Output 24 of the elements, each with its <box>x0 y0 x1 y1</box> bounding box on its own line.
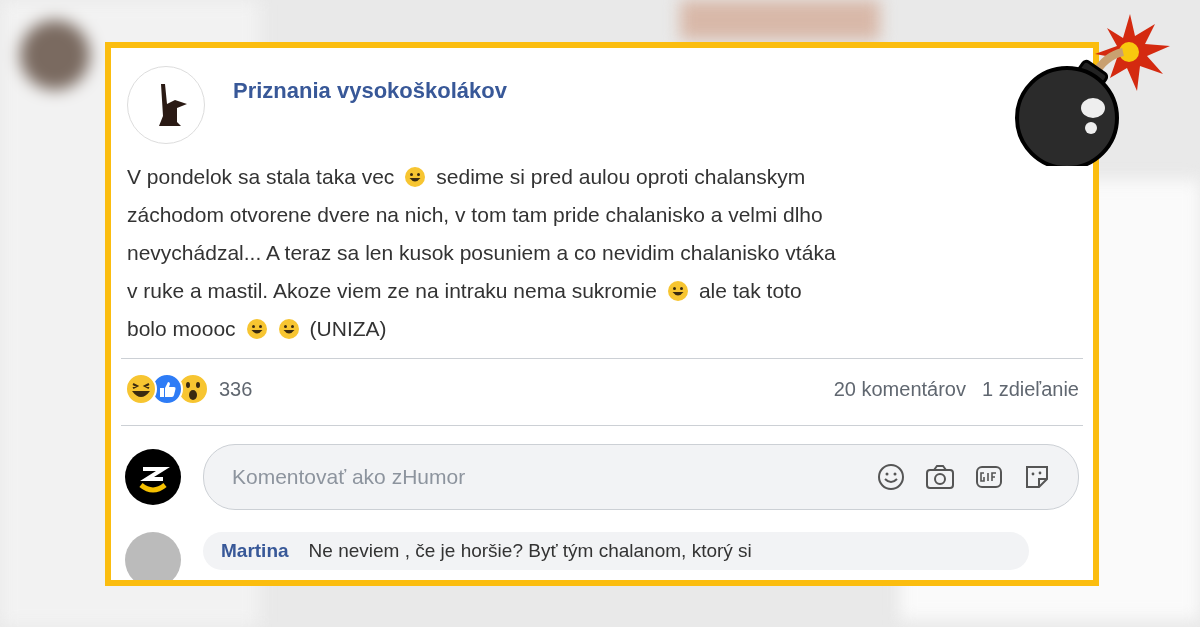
comment-input-field[interactable]: Komentovať ako zHumor <box>230 464 858 490</box>
laughing-face-icon[interactable] <box>125 373 157 405</box>
comment-text: Ne neviem , če je horšie? Byť tým chalanom, ktorý si <box>308 540 752 562</box>
post-text: sedime si pred aulou oproti chalanskym <box>436 164 806 190</box>
shares-count-link[interactable]: 1 zdieľanie <box>982 377 1079 401</box>
post-text: V pondelok sa stala taka vec <box>127 164 395 190</box>
smiley-face-icon <box>666 280 689 302</box>
post-text: ale tak toto <box>698 278 802 304</box>
page-name-link[interactable]: Priznania vysokoškolákov <box>233 78 507 104</box>
comments-count-link[interactable]: 20 komentárov <box>833 377 966 401</box>
camera-icon[interactable] <box>924 462 956 492</box>
post-text: v ruke a mastil. Akoze viem ze na intraku nema sukromie <box>127 278 657 304</box>
comment-box[interactable]: Komentovať ako zHumor <box>203 444 1079 510</box>
user-avatar-icon <box>125 449 181 505</box>
post-text: záchodom otvorene dvere na nich, v tom tam pride chalanisko a velmi dlho <box>127 202 823 228</box>
post-text: (UNIZA) <box>309 316 387 342</box>
smiley-face-icon <box>245 318 268 340</box>
smiley-icon[interactable] <box>876 462 906 492</box>
reaction-count[interactable]: 336 <box>219 377 253 401</box>
post-text: bolo moooc <box>127 316 236 342</box>
post-text: nevychádzal... A teraz sa len kusok posuniem a co nevidim chalanisko vtáka <box>127 240 836 266</box>
smiley-face-icon <box>404 166 427 188</box>
smiley-face-icon <box>277 318 300 340</box>
comment-author-link[interactable]: Martina <box>221 540 289 562</box>
